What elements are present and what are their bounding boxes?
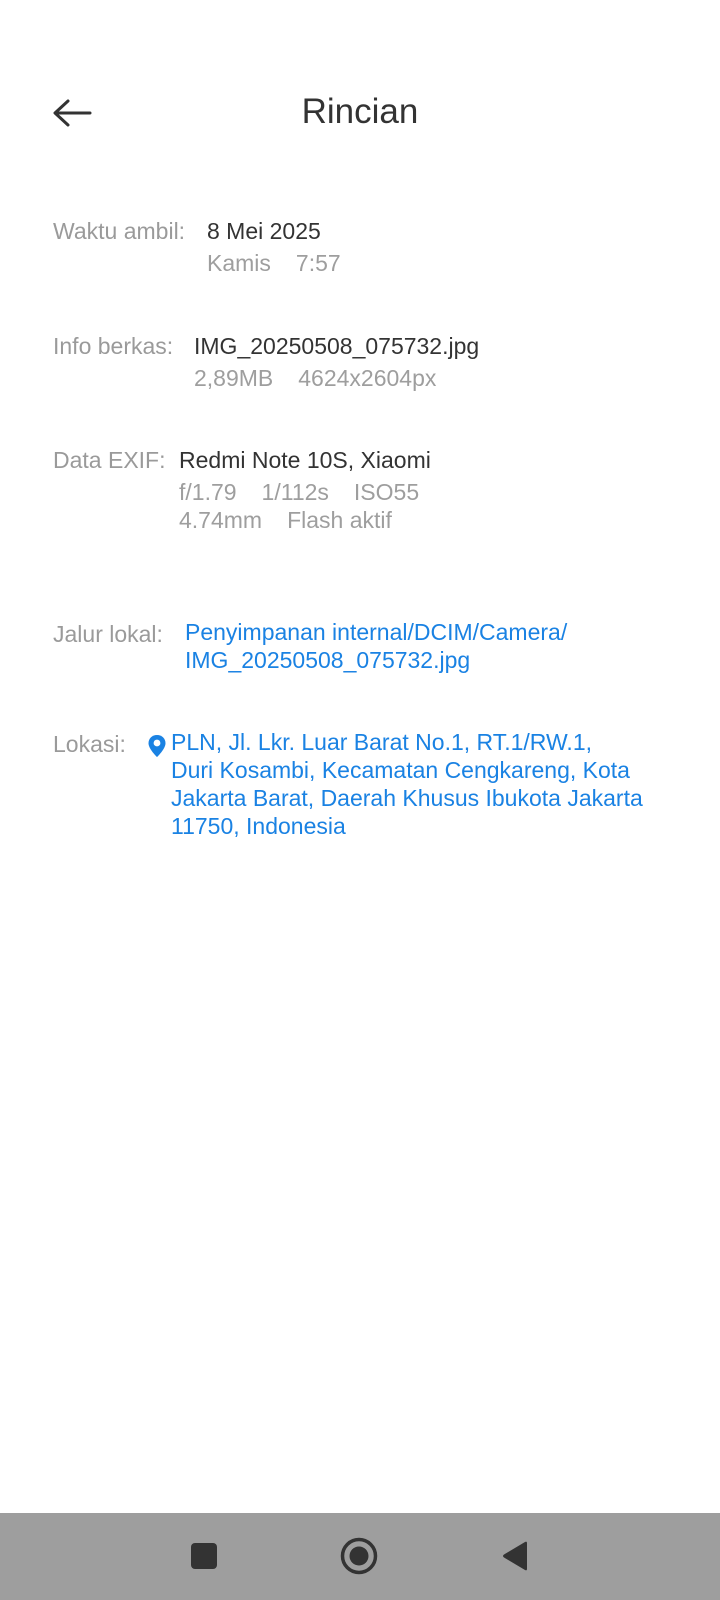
system-navbar xyxy=(0,1513,720,1600)
date-text: 8 Mei 2025 xyxy=(207,218,321,244)
file-row: Info berkas: IMG_20250508_075732.jpg 2,8… xyxy=(53,333,479,392)
exif-label: Data EXIF: xyxy=(53,447,166,473)
exif-flash: Flash aktif xyxy=(287,507,392,533)
exif-extra-line: 4.74mm Flash aktif xyxy=(179,506,444,534)
exif-iso: ISO55 xyxy=(353,479,420,505)
time-value: 8 Mei 2025 Kamis 7:57 xyxy=(207,218,366,277)
circle-icon xyxy=(340,1537,378,1575)
file-label: Info berkas: xyxy=(53,333,174,359)
nav-back-button[interactable] xyxy=(490,1531,540,1581)
recents-button[interactable] xyxy=(179,1531,229,1581)
location-link[interactable]: PLN, Jl. Lkr. Luar Barat No.1, RT.1/RW.1… xyxy=(171,728,643,840)
day-text: Kamis xyxy=(207,250,271,276)
file-size: 2,89MB xyxy=(194,365,274,391)
location-line-1: PLN, Jl. Lkr. Luar Barat No.1, RT.1/RW.1… xyxy=(171,729,592,755)
location-label: Lokasi: xyxy=(53,731,126,757)
location-line-3: Jakarta Barat, Daerah Khusus Ibukota Jak… xyxy=(171,785,643,811)
location-line-2: Duri Kosambi, Kecamatan Cengkareng, Kota xyxy=(171,757,630,783)
exif-shutter: 1/112s xyxy=(261,479,329,505)
file-value: IMG_20250508_075732.jpg 2,89MB 4624x2604… xyxy=(194,333,479,392)
detail-screen: Rincian Waktu ambil: 8 Mei 2025 Kamis 7:… xyxy=(0,0,720,1600)
location-line-4: 11750, Indonesia xyxy=(171,813,346,839)
time-label: Waktu ambil: xyxy=(53,218,186,244)
exif-settings-line: f/1.79 1/112s ISO55 xyxy=(179,478,444,506)
page-title: Rincian xyxy=(301,92,419,131)
path-line-1: Penyimpanan internal/DCIM/Camera/ xyxy=(185,619,568,645)
file-meta-line: 2,89MB 4624x2604px xyxy=(194,364,479,392)
file-resolution: 4624x2604px xyxy=(298,365,437,391)
exif-aperture: f/1.79 xyxy=(179,479,237,505)
path-link[interactable]: Penyimpanan internal/DCIM/Camera/ IMG_20… xyxy=(185,618,567,674)
exif-row: Data EXIF: Redmi Note 10S, Xiaomi f/1.79… xyxy=(53,447,444,534)
square-icon xyxy=(191,1543,217,1569)
exif-focal: 4.74mm xyxy=(179,507,263,533)
path-label: Jalur lokal: xyxy=(53,621,163,647)
location-row: Lokasi: PLN, Jl. Lkr. Luar Barat No.1, R… xyxy=(53,728,643,840)
path-row: Jalur lokal: Penyimpanan internal/DCIM/C… xyxy=(53,618,567,674)
exif-value: Redmi Note 10S, Xiaomi f/1.79 1/112s ISO… xyxy=(179,447,444,534)
triangle-back-icon xyxy=(503,1541,527,1571)
day-time-line: Kamis 7:57 xyxy=(207,249,366,277)
path-line-2: IMG_20250508_075732.jpg xyxy=(185,647,471,673)
location-pin-icon xyxy=(148,735,166,757)
clock-text: 7:57 xyxy=(295,250,341,276)
file-name: IMG_20250508_075732.jpg xyxy=(194,333,480,359)
time-row: Waktu ambil: 8 Mei 2025 Kamis 7:57 xyxy=(53,218,366,277)
exif-device: Redmi Note 10S, Xiaomi xyxy=(179,447,431,473)
home-button[interactable] xyxy=(334,1531,384,1581)
